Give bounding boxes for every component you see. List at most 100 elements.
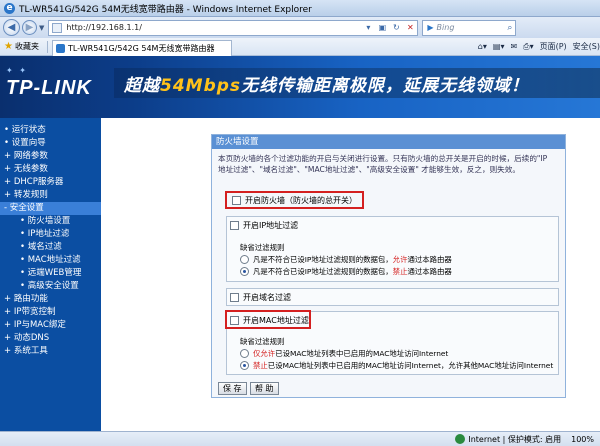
- logo-text: TP-LINK: [6, 77, 92, 99]
- print-icon[interactable]: ⎙▾: [523, 42, 533, 52]
- sidebar-item-network[interactable]: + 网络参数: [0, 150, 101, 163]
- sidebar-item-remote-web[interactable]: • 远端WEB管理: [0, 267, 101, 280]
- mac-filter-checkbox[interactable]: [230, 316, 239, 325]
- window-titlebar: e TL-WR541G/542G 54M无线宽带路由器 - Windows In…: [0, 0, 600, 17]
- sidebar-item-firewall[interactable]: • 防火墙设置: [0, 215, 101, 228]
- ip-filter-label: 开启IP地址过滤: [243, 221, 299, 230]
- router-banner: ✦ ✦ TP-LINK 超越54Mbps无线传输距离极限，延展无线领域！: [0, 56, 600, 118]
- sidebar: • 运行状态 • 设置向导 + 网络参数 + 无线参数 + DHCP服务器 + …: [0, 118, 101, 431]
- divider: [46, 40, 48, 53]
- ip-rule1-post: 通过本路由器: [407, 255, 452, 264]
- window-title: TL-WR541G/542G 54M无线宽带路由器 - Windows Inte…: [19, 4, 312, 15]
- star-icon: ★: [4, 41, 13, 52]
- zone-label: Internet | 保护模式: 启用: [468, 434, 562, 444]
- ip-filter-checkbox[interactable]: [230, 221, 239, 230]
- search-input[interactable]: ▶ Bing ⌕: [422, 19, 517, 36]
- ip-rule-allow-radio[interactable]: [240, 255, 249, 264]
- description-line-2: 地址过滤"、"域名过滤"、"MAC地址过滤"、"高级安全设置" 才能够生效，反之…: [218, 165, 520, 174]
- sidebar-item-bandwidth[interactable]: + IP带宽控制: [0, 306, 101, 319]
- forward-button[interactable]: ▶: [22, 20, 37, 35]
- domain-filter-row: 开启域名过滤: [230, 292, 291, 303]
- url-text[interactable]: http://192.168.1.1/: [66, 23, 361, 32]
- sidebar-item-forwarding[interactable]: + 转发规则: [0, 189, 101, 202]
- slogan-pre: 超越: [124, 76, 160, 96]
- feeds-icon[interactable]: ▤▾: [493, 42, 505, 51]
- mac-rule1-red: 仅允许: [253, 349, 276, 358]
- address-bar: ◀ ▶ ▼ http://192.168.1.1/ ▾ ▣ ↻ ✕ ▶ Bing…: [0, 17, 600, 38]
- firewall-label: 开启防火墙（防火墙的总开关）: [245, 196, 357, 205]
- ie-logo-icon: e: [4, 2, 15, 14]
- save-button[interactable]: 保 存: [218, 382, 247, 395]
- logo-sparkle-icon: ✦ ✦: [6, 66, 28, 75]
- url-dropdown-icon[interactable]: ▾: [361, 23, 375, 32]
- home-icon[interactable]: ⌂▾: [478, 42, 487, 51]
- slogan: 超越54Mbps无线传输距离极限，延展无线领域！: [124, 71, 529, 96]
- mac-rule1-post: 已设MAC地址列表中已启用的MAC地址访问Internet: [275, 349, 449, 358]
- slogan-highlight: 54Mbps: [160, 76, 242, 96]
- mac-rule-deny-row: 禁止 已设MAC地址列表中已启用的MAC地址访问Internet，允许其他MAC地…: [240, 360, 553, 371]
- mac-rule2-post: 已设MAC地址列表中已启用的MAC地址访问Internet，允许其他MAC地址访…: [267, 361, 554, 370]
- ip-rule2-red: 禁止: [392, 267, 408, 276]
- sidebar-item-dhcp[interactable]: + DHCP服务器: [0, 176, 101, 189]
- ip-rule1-red: 允许: [392, 255, 408, 264]
- firewall-panel: 防火墙设置 本页防火墙的各个过滤功能的开启与关闭进行设置。只有防火墙的总开关是开…: [211, 134, 566, 398]
- sidebar-item-status[interactable]: • 运行状态: [0, 124, 101, 137]
- sidebar-item-ip-filter[interactable]: • IP地址过滤: [0, 228, 101, 241]
- sidebar-item-ip-mac-bind[interactable]: + IP与MAC绑定: [0, 319, 101, 332]
- domain-filter-label: 开启域名过滤: [243, 293, 291, 302]
- sidebar-item-advanced-security[interactable]: • 高级安全设置: [0, 280, 101, 293]
- sidebar-item-system-tools[interactable]: + 系统工具: [0, 345, 101, 358]
- compat-view-icon[interactable]: ▣: [375, 23, 389, 32]
- mac-rule-deny-radio[interactable]: [240, 361, 249, 370]
- sidebar-item-mac-filter[interactable]: • MAC地址过滤: [0, 254, 101, 267]
- sidebar-item-domain-filter[interactable]: • 域名过滤: [0, 241, 101, 254]
- search-icon[interactable]: ⌕: [507, 23, 515, 33]
- ip-default-title: 缺省过滤规则: [240, 242, 284, 253]
- domain-filter-checkbox[interactable]: [230, 293, 239, 302]
- firewall-description: 本页防火墙的各个过滤功能的开启与关闭进行设置。只有防火墙的总开关是开启的时候，后…: [212, 149, 565, 175]
- slogan-post: 无线传输距离极限，延展无线领域！: [241, 76, 530, 96]
- safety-menu[interactable]: 安全(S): [573, 41, 600, 52]
- firewall-checkbox[interactable]: [232, 196, 241, 205]
- mac-filter-label: 开启MAC地址过滤: [243, 316, 309, 325]
- bing-icon: ▶: [427, 23, 434, 32]
- sidebar-item-wizard[interactable]: • 设置向导: [0, 137, 101, 150]
- command-bar: ⌂▾ ▤▾ ✉ ⎙▾ 页面(P) 安全(S): [472, 41, 600, 52]
- browser-tab[interactable]: TL-WR541G/542G 54M无线宽带路由器: [51, 39, 232, 56]
- mail-icon[interactable]: ✉: [510, 42, 517, 51]
- favorites-label: 收藏夹: [14, 42, 39, 51]
- stop-icon[interactable]: ✕: [403, 23, 417, 32]
- back-button[interactable]: ◀: [3, 19, 20, 36]
- search-placeholder: Bing: [436, 23, 455, 32]
- firewall-master-row: 开启防火墙（防火墙的总开关）: [232, 195, 357, 206]
- favorites-bar: ★ 收藏夹 TL-WR541G/542G 54M无线宽带路由器 ⌂▾ ▤▾ ✉ …: [0, 38, 600, 56]
- mac-rule-allow-radio[interactable]: [240, 349, 249, 358]
- refresh-icon[interactable]: ↻: [389, 23, 403, 32]
- zoom-level[interactable]: 100%: [571, 435, 594, 444]
- ip-rule-allow-row: 凡是不符合已设IP地址过滤规则的数据包， 允许 通过本路由器: [240, 254, 452, 265]
- sidebar-item-routing[interactable]: + 路由功能: [0, 293, 101, 306]
- description-line-1: 本页防火墙的各个过滤功能的开启与关闭进行设置。只有防火墙的总开关是开启的时候，后…: [218, 154, 548, 163]
- status-bar: Internet | 保护模式: 启用 100%: [0, 431, 600, 446]
- sidebar-item-ddns[interactable]: + 动态DNS: [0, 332, 101, 345]
- sidebar-item-wireless[interactable]: + 无线参数: [0, 163, 101, 176]
- mac-rule2-red: 禁止: [253, 361, 268, 370]
- ip-rule-deny-row: 凡是不符合已设IP地址过滤规则的数据包， 禁止 通过本路由器: [240, 266, 452, 277]
- tplink-logo: ✦ ✦ TP-LINK: [6, 66, 92, 100]
- globe-icon: [455, 434, 466, 444]
- page-icon: [52, 22, 63, 33]
- favorites-button[interactable]: ★ 收藏夹: [4, 41, 39, 52]
- security-zone: Internet | 保护模式: 启用: [455, 434, 561, 445]
- mac-filter-row: 开启MAC地址过滤: [230, 315, 309, 326]
- history-dropdown-icon[interactable]: ▼: [39, 24, 44, 32]
- ip-filter-row: 开启IP地址过滤: [230, 220, 298, 231]
- help-button[interactable]: 帮 助: [250, 382, 279, 395]
- mac-default-title: 缺省过滤规则: [240, 336, 284, 347]
- panel-title: 防火墙设置: [212, 135, 565, 149]
- url-field[interactable]: http://192.168.1.1/ ▾ ▣ ↻ ✕: [48, 19, 419, 36]
- ip-rule-deny-radio[interactable]: [240, 267, 249, 276]
- ip-rule2-post: 通过本路由器: [407, 267, 452, 276]
- tab-title: TL-WR541G/542G 54M无线宽带路由器: [67, 43, 215, 53]
- sidebar-item-security[interactable]: - 安全设置: [0, 202, 101, 215]
- page-menu[interactable]: 页面(P): [540, 41, 567, 52]
